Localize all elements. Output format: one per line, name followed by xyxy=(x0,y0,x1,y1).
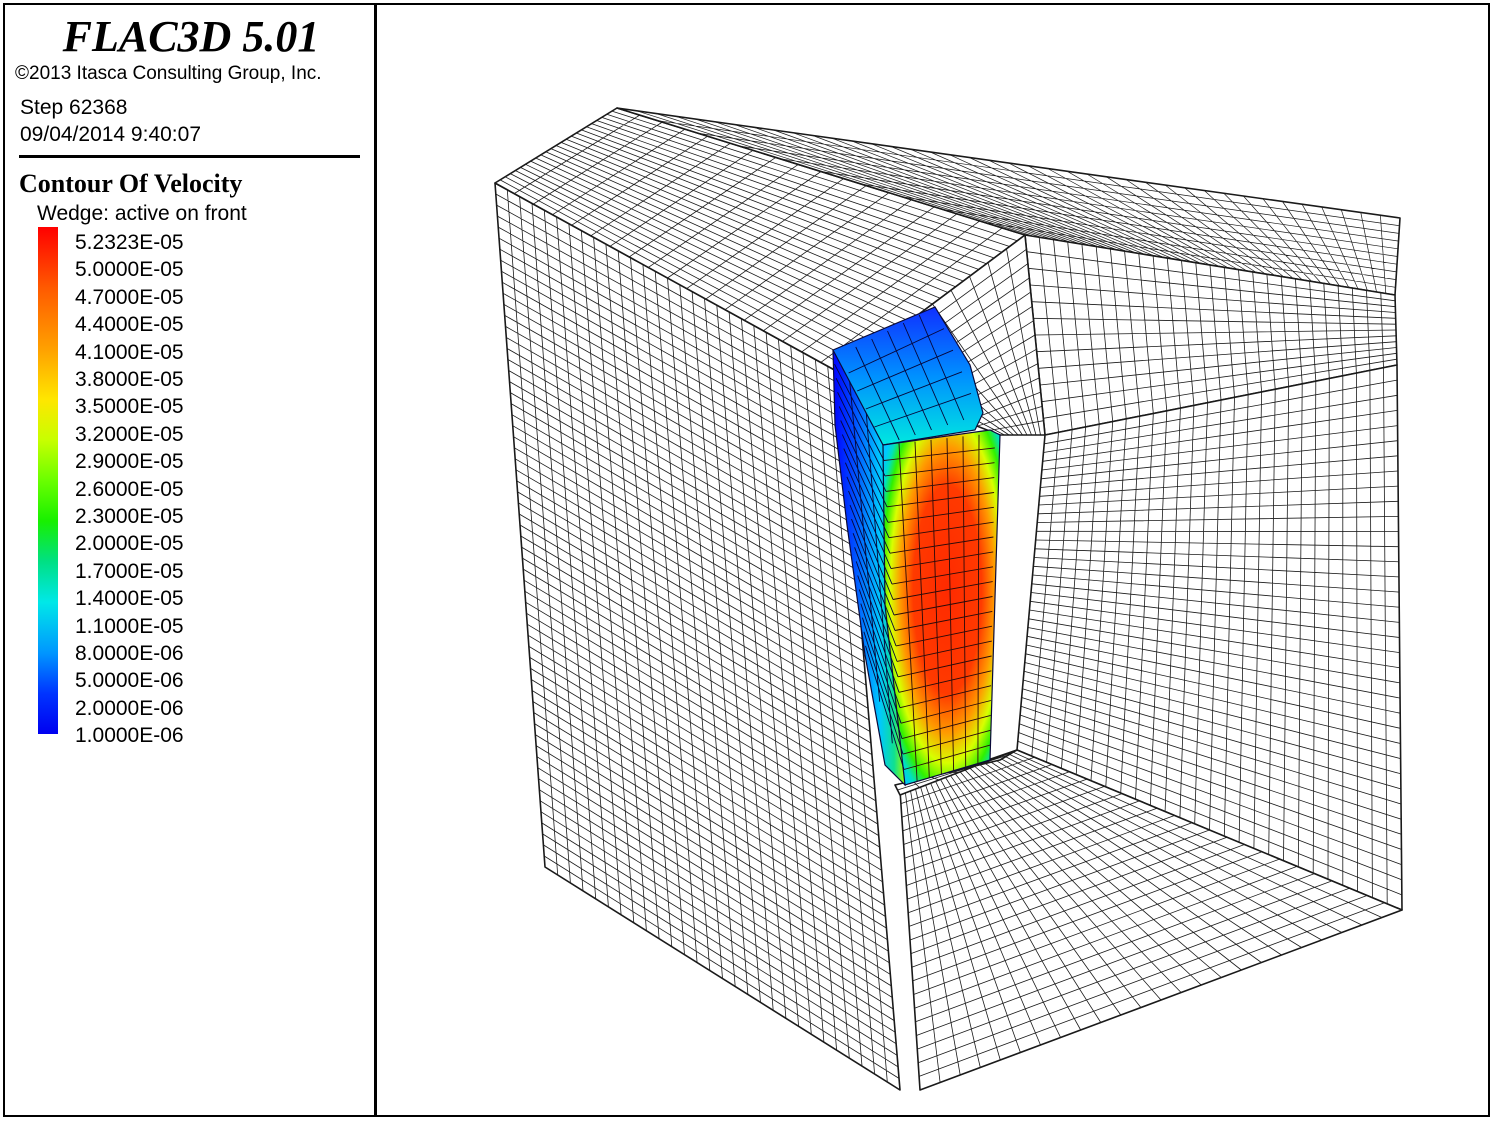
legend-level-17: 2.0000E-06 xyxy=(75,696,184,720)
legend-subtitle: Wedge: active on front xyxy=(37,202,247,225)
legend-level-11: 2.0000E-05 xyxy=(75,532,184,556)
legend-level-14: 1.1000E-05 xyxy=(75,614,184,638)
legend-level-13: 1.4000E-05 xyxy=(75,587,184,611)
app-title: FLAC3D 5.01 xyxy=(62,12,320,61)
legend-level-12: 1.7000E-05 xyxy=(75,559,184,583)
legend-level-8: 2.9000E-05 xyxy=(75,450,184,474)
legend-level-16: 5.0000E-06 xyxy=(75,669,184,693)
divider xyxy=(19,155,360,158)
legend-level-10: 2.3000E-05 xyxy=(75,505,184,528)
colorbar xyxy=(38,227,58,734)
legend-level-18: 1.0000E-06 xyxy=(75,724,184,748)
legend-level-1: 5.0000E-05 xyxy=(75,258,184,282)
plot-frame: FLAC3D 5.01 ©2013 Itasca Consulting Grou… xyxy=(3,3,1490,1117)
legend-level-9: 2.6000E-05 xyxy=(75,477,184,501)
copyright-text: ©2013 Itasca Consulting Group, Inc. xyxy=(15,63,322,84)
legend-level-4: 4.1000E-05 xyxy=(75,340,184,364)
timestamp: 09/04/2014 9:40:07 xyxy=(20,123,202,146)
legend-level-15: 8.0000E-06 xyxy=(75,642,184,665)
wedge-front-face xyxy=(882,429,1001,786)
legend-level-2: 4.7000E-05 xyxy=(75,285,184,309)
legend-level-0: 5.2323E-05 xyxy=(75,231,184,254)
legend-level-6: 3.5000E-05 xyxy=(75,395,184,419)
legend-level-5: 3.8000E-05 xyxy=(75,368,184,391)
legend-level-7: 3.2000E-05 xyxy=(75,422,184,446)
info-panel: FLAC3D 5.01 ©2013 Itasca Consulting Grou… xyxy=(5,5,377,1115)
legend-level-3: 4.4000E-05 xyxy=(75,313,184,337)
legend-title: Contour Of Velocity xyxy=(19,169,243,198)
step-count: Step 62368 xyxy=(20,96,128,119)
model-view xyxy=(494,107,1403,1091)
